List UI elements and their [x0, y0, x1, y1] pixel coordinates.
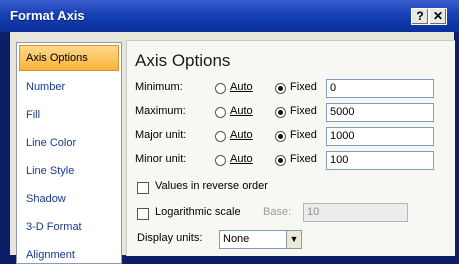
major-unit-label: Major unit:: [135, 129, 187, 141]
maximum-auto-radio[interactable]: [215, 107, 226, 118]
close-button[interactable]: ✕: [429, 8, 447, 25]
minor-unit-auto-radio[interactable]: [215, 155, 226, 166]
log-scale-label: Logarithmic scale: [155, 206, 241, 218]
minor-unit-fixed-label: Fixed: [290, 153, 317, 165]
category-list: Axis Options Number Fill Line Color Line…: [16, 42, 122, 264]
major-unit-fixed-label: Fixed: [290, 129, 317, 141]
minimum-auto-radio[interactable]: [215, 83, 226, 94]
minor-unit-row: Minor unit: Auto Fixed 100: [135, 151, 445, 171]
minimum-row: Minimum: Auto Fixed 0: [135, 79, 445, 99]
nav-item-number[interactable]: Number: [17, 73, 121, 101]
maximum-row: Maximum: Auto Fixed 5000: [135, 103, 445, 123]
window-title: Format Axis: [10, 8, 85, 23]
nav-item-3d-format[interactable]: 3-D Format: [17, 213, 121, 241]
reverse-order-label: Values in reverse order: [155, 180, 268, 192]
display-units-select[interactable]: None ▼: [219, 230, 302, 249]
minimum-fixed-label: Fixed: [290, 81, 317, 93]
maximum-fixed-label: Fixed: [290, 105, 317, 117]
maximum-label: Maximum:: [135, 105, 186, 117]
minor-unit-auto-label: Auto: [230, 153, 253, 165]
base-input: 10: [303, 203, 408, 222]
dialog-body: Axis Options Number Fill Line Color Line…: [10, 32, 455, 264]
reverse-order-row: Values in reverse order: [135, 179, 435, 199]
log-scale-checkbox[interactable]: [137, 208, 149, 220]
major-unit-auto-radio[interactable]: [215, 131, 226, 142]
nav-item-line-color[interactable]: Line Color: [17, 129, 121, 157]
nav-item-fill[interactable]: Fill: [17, 101, 121, 129]
major-unit-input[interactable]: 1000: [326, 127, 434, 146]
nav-item-shadow[interactable]: Shadow: [17, 185, 121, 213]
help-button[interactable]: ?: [411, 8, 429, 25]
minimum-fixed-radio[interactable]: [275, 83, 286, 94]
nav-item-alignment[interactable]: Alignment: [17, 241, 121, 263]
chevron-down-icon[interactable]: ▼: [286, 231, 301, 248]
nav-item-line-style[interactable]: Line Style: [17, 157, 121, 185]
minimum-input[interactable]: 0: [326, 79, 434, 98]
display-units-label: Display units:: [137, 232, 203, 244]
minor-unit-label: Minor unit:: [135, 153, 187, 165]
display-units-row: Display units: None ▼: [135, 230, 445, 251]
axis-options-panel: Axis Options Minimum: Auto Fixed 0 Maxim…: [126, 40, 455, 256]
nav-item-axis-options[interactable]: Axis Options: [19, 45, 119, 71]
log-scale-row: Logarithmic scale Base: 10: [135, 203, 445, 225]
minor-unit-input[interactable]: 100: [326, 151, 434, 170]
minor-unit-fixed-radio[interactable]: [275, 155, 286, 166]
major-unit-auto-label: Auto: [230, 129, 253, 141]
base-label: Base:: [263, 206, 292, 218]
panel-title: Axis Options: [135, 51, 231, 70]
title-bar: Format Axis ? ✕: [0, 0, 459, 33]
minimum-auto-label: Auto: [230, 81, 253, 93]
maximum-auto-label: Auto: [230, 105, 253, 117]
display-units-value: None: [223, 233, 250, 245]
reverse-order-checkbox[interactable]: [137, 182, 149, 194]
maximum-fixed-radio[interactable]: [275, 107, 286, 118]
major-unit-fixed-radio[interactable]: [275, 131, 286, 142]
minimum-label: Minimum:: [135, 81, 183, 93]
major-unit-row: Major unit: Auto Fixed 1000: [135, 127, 445, 147]
maximum-input[interactable]: 5000: [326, 103, 434, 122]
